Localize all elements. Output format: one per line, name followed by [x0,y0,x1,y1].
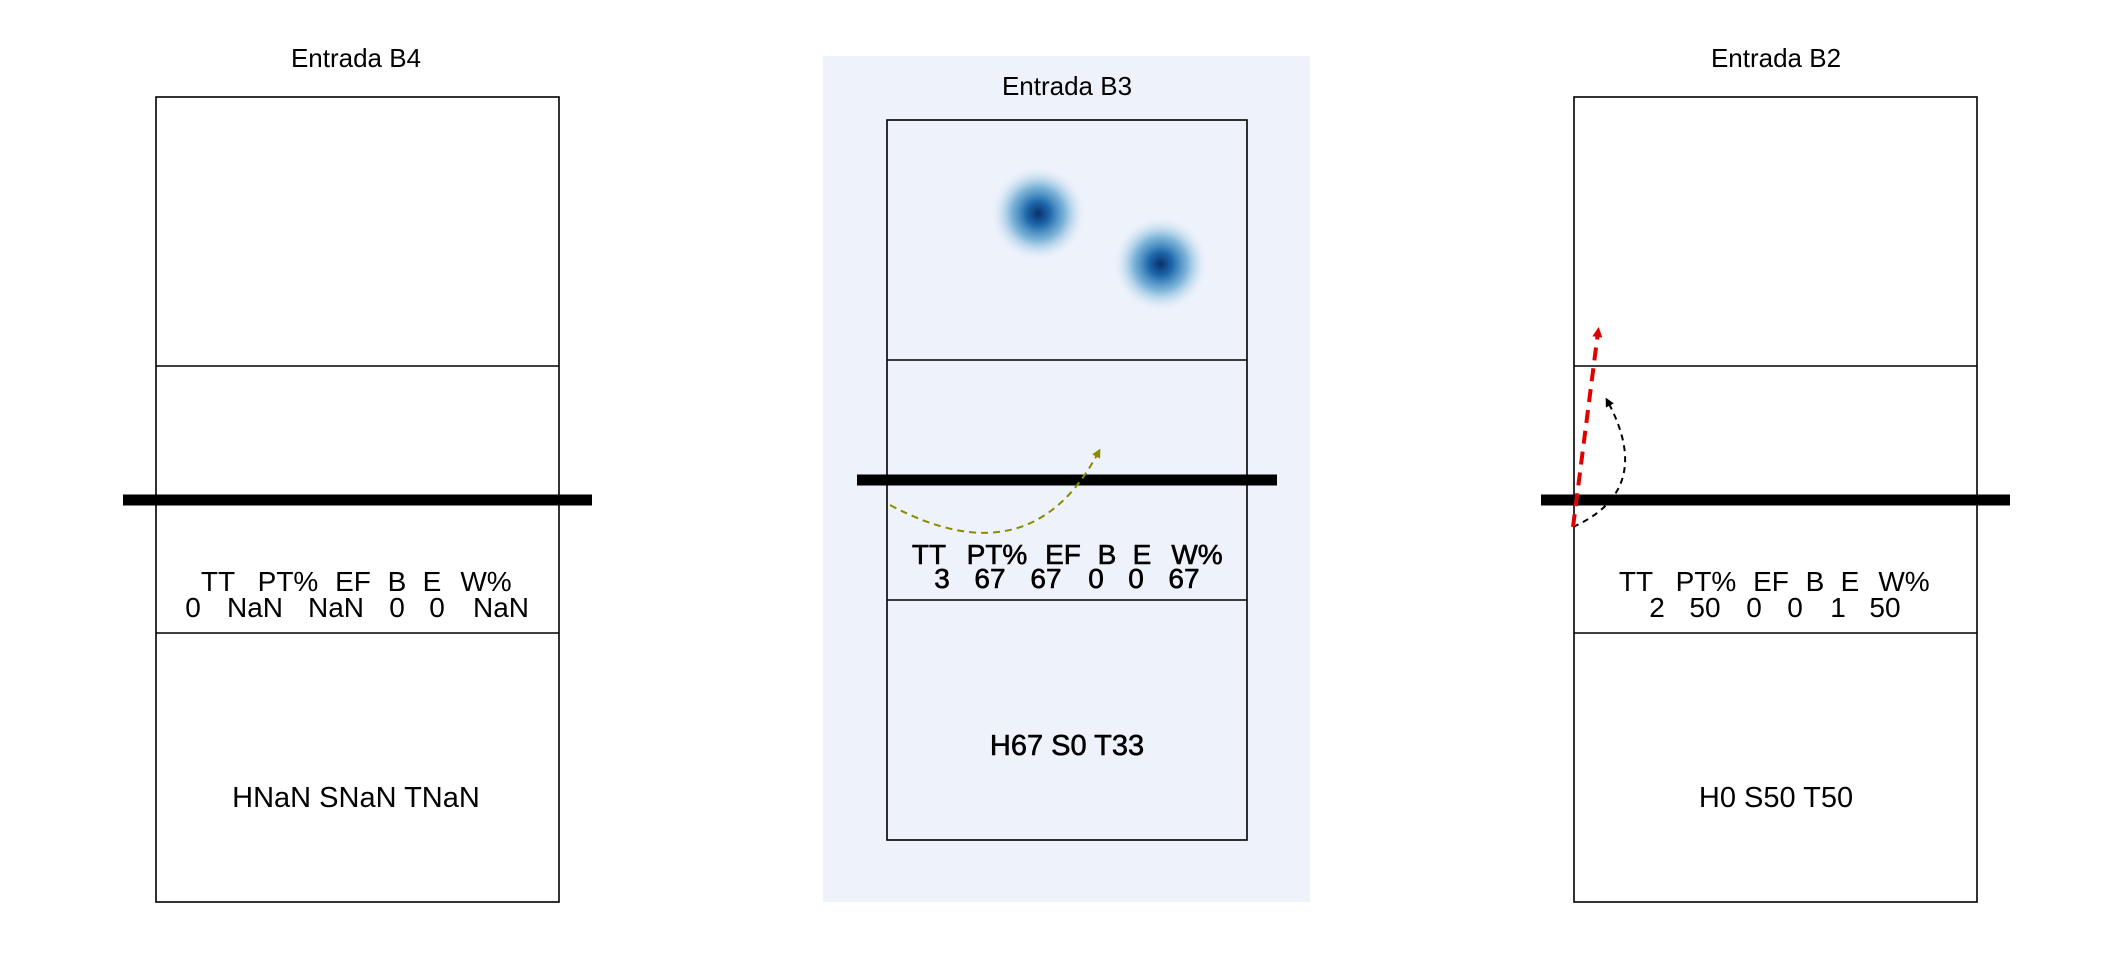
stat-value-e: 0 [1128,563,1144,594]
heat-blob [990,165,1087,262]
panel-summary: H0 S50 T50 [1699,782,1853,814]
panel-title: Entrada B2 [1711,43,1841,73]
stat-value-e: 1 [1830,592,1846,623]
stat-value-e: 0 [429,592,445,623]
panel-title: Entrada B4 [291,43,421,73]
stat-value-pt: NaN [227,592,283,623]
trajectory-arrow [1572,397,1627,528]
chart-canvas: Entrada B4 TT PT% EF B E W% 0 NaN NaN 0 … [123,43,2010,903]
stat-header-tt: TT [1619,566,1653,597]
panel-entrada-b2: Entrada B2 TT PT% EF B E W% 2 50 0 0 1 5… [1541,43,2010,903]
stat-value-w: NaN [473,592,529,623]
heat-blob [1112,216,1209,312]
stat-value-b: 0 [389,592,405,623]
panel-entrada-b4: Entrada B4 TT PT% EF B E W% 0 NaN NaN 0 … [123,43,592,903]
stat-value-tt: 0 [185,592,201,623]
panel-summary: H67 S0 T33 [990,730,1144,762]
stat-value-b: 0 [1088,563,1104,594]
stat-value-w: 67 [1168,563,1199,594]
stat-value-ef: 67 [1030,563,1061,594]
panel-title: Entrada B3 [1002,71,1132,101]
stat-value-ef: NaN [308,592,364,623]
stat-value-b: 0 [1787,592,1803,623]
stats-values: 0 NaN NaN 0 0 NaN [185,592,529,623]
stat-value-w: 50 [1869,592,1900,623]
stat-header-b: B [1806,566,1825,597]
panel-entrada-b3: Entrada B3 TT PT% EF B E W% 3 67 67 0 0 … [823,56,1310,902]
stat-value-pt: 67 [974,563,1005,594]
stat-value-ef: 0 [1746,592,1762,623]
panel-summary: HNaN SNaN TNaN [232,782,480,814]
stat-value-tt: 3 [934,563,950,594]
stat-value-tt: 2 [1649,592,1665,623]
stat-value-pt: 50 [1689,592,1720,623]
